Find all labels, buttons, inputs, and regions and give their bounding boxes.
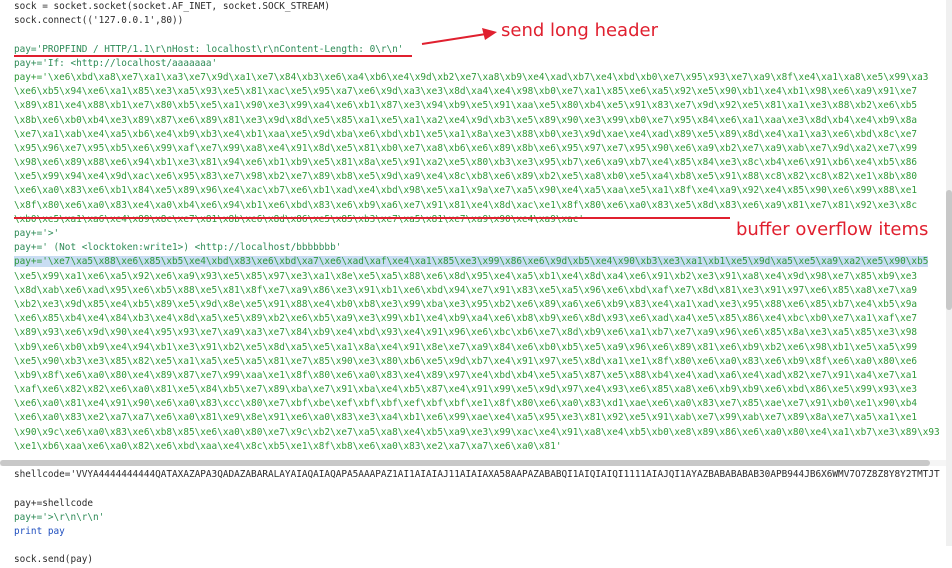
code-text: sock.send(pay) (14, 554, 94, 566)
code-line: sock.send(pay) (14, 553, 944, 567)
arrow-shaft (421, 33, 487, 45)
arrow-head (482, 28, 497, 40)
horizontal-scrollbar[interactable] (0, 460, 946, 466)
vertical-scrollbar[interactable] (946, 0, 952, 546)
